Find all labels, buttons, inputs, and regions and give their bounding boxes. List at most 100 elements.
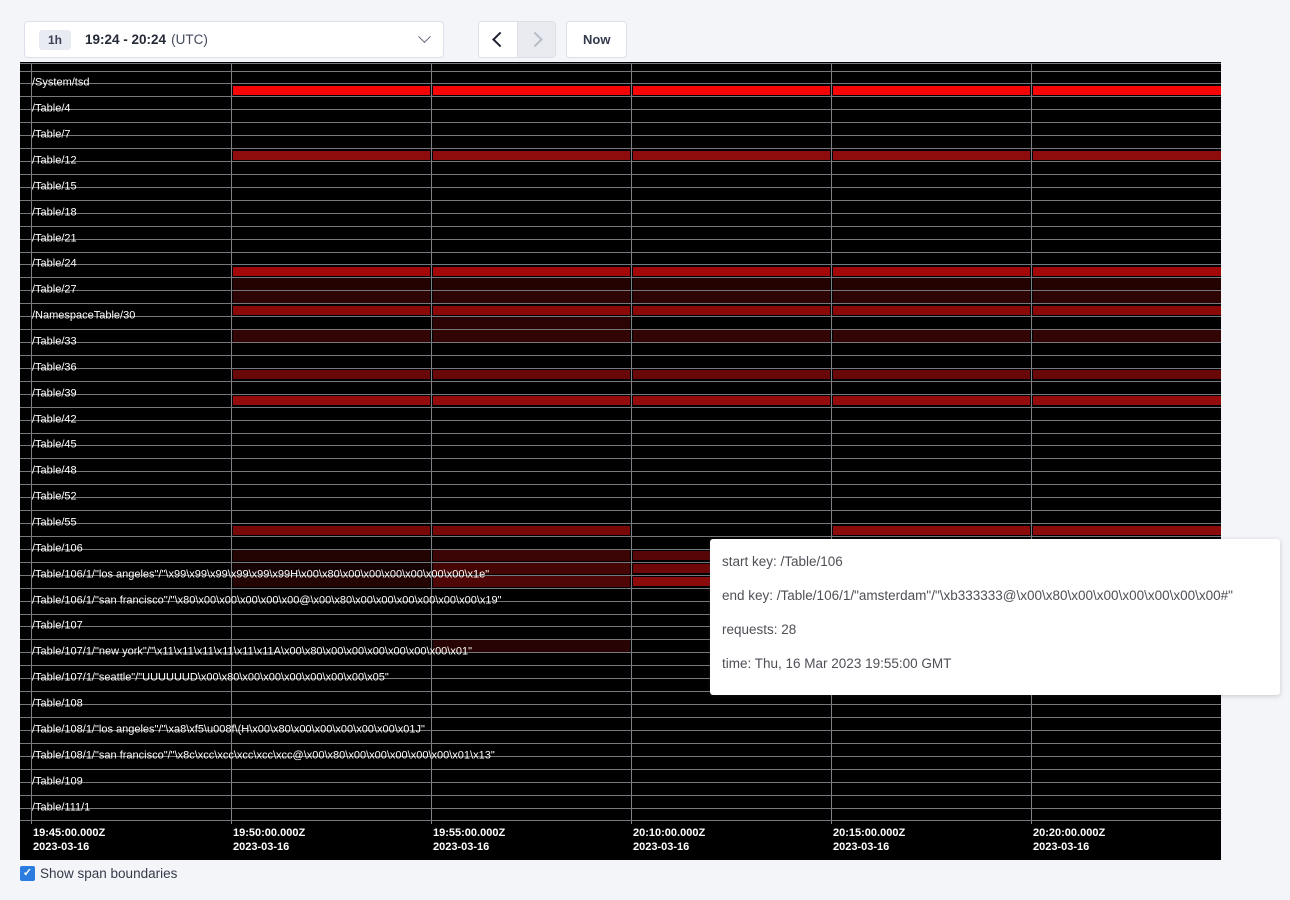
heat-band bbox=[433, 370, 630, 379]
x-axis-label: 19:55:00.000Z 2023-03-16 bbox=[433, 826, 505, 854]
heat-band bbox=[233, 267, 430, 276]
heat-band bbox=[1033, 267, 1221, 276]
x-axis-label: 19:50:00.000Z 2023-03-16 bbox=[233, 826, 305, 854]
row-label: /Table/108/1/"los angeles"/"\xa8\xf5\u00… bbox=[32, 724, 425, 735]
span-boundary-line bbox=[20, 83, 1221, 84]
span-boundary-line bbox=[20, 420, 1221, 421]
heat-band bbox=[433, 86, 630, 95]
span-boundary-line bbox=[20, 290, 1221, 291]
span-boundary-line bbox=[20, 316, 1221, 317]
row-label: /Table/15 bbox=[32, 181, 77, 192]
row-label: /Table/108 bbox=[32, 699, 83, 710]
heat-band bbox=[833, 526, 1030, 535]
row-label: /Table/7 bbox=[32, 130, 71, 141]
heat-band bbox=[1033, 330, 1221, 342]
row-label: /Table/109 bbox=[32, 776, 83, 787]
heat-band bbox=[633, 86, 830, 95]
row-label: /Table/36 bbox=[32, 362, 77, 373]
heat-band bbox=[233, 151, 430, 160]
heat-band bbox=[833, 278, 1030, 290]
row-label: /Table/111/1 bbox=[32, 802, 90, 813]
now-button[interactable]: Now bbox=[566, 21, 627, 58]
next-range-button[interactable] bbox=[517, 22, 555, 57]
row-label: /Table/55 bbox=[32, 518, 77, 529]
span-boundary-line bbox=[20, 342, 1221, 343]
row-label: /Table/45 bbox=[32, 440, 77, 451]
x-axis-label: 20:15:00.000Z 2023-03-16 bbox=[833, 826, 905, 854]
span-boundary-line bbox=[20, 445, 1221, 446]
heat-band bbox=[1033, 526, 1221, 535]
time-gridline bbox=[831, 63, 832, 824]
heat-band bbox=[433, 278, 630, 290]
span-boundary-line bbox=[20, 808, 1221, 809]
heat-band bbox=[1033, 370, 1221, 379]
span-boundary-line bbox=[20, 536, 1221, 537]
heat-band bbox=[633, 291, 830, 303]
heat-band bbox=[433, 526, 630, 535]
show-span-boundaries-checkbox[interactable]: ✓ bbox=[20, 866, 35, 881]
tooltip-time: time: Thu, 16 Mar 2023 19:55:00 GMT bbox=[722, 647, 1280, 681]
tooltip-start-key: start key: /Table/106 bbox=[722, 545, 1280, 579]
heat-band bbox=[633, 267, 830, 276]
range-nav-group bbox=[478, 21, 556, 58]
span-boundary-line bbox=[20, 63, 1221, 64]
row-label: /Table/106 bbox=[32, 543, 83, 554]
heat-band bbox=[633, 370, 830, 379]
span-boundary-line bbox=[20, 187, 1221, 188]
row-label: /Table/27 bbox=[32, 285, 77, 296]
span-boundary-line bbox=[20, 484, 1221, 485]
heat-band bbox=[433, 550, 630, 562]
row-label: /Table/24 bbox=[32, 259, 77, 270]
heat-band bbox=[233, 278, 430, 290]
span-boundary-line bbox=[20, 433, 1221, 434]
span-boundary-line bbox=[20, 368, 1221, 369]
span-boundary-line bbox=[20, 510, 1221, 511]
heat-band bbox=[833, 330, 1030, 342]
heat-band bbox=[433, 396, 630, 405]
row-label: /Table/18 bbox=[32, 207, 77, 218]
row-label: /Table/33 bbox=[32, 337, 77, 348]
range-text: 19:24 - 20:24 bbox=[85, 32, 166, 47]
span-boundary-line bbox=[20, 239, 1221, 240]
heat-band bbox=[833, 151, 1030, 160]
heat-band bbox=[233, 396, 430, 405]
row-label: /System/tsd bbox=[32, 78, 89, 89]
time-gridline bbox=[431, 63, 432, 824]
span-boundary-line bbox=[20, 264, 1221, 265]
heat-band bbox=[433, 151, 630, 160]
heat-band bbox=[233, 370, 430, 379]
row-label: /Table/21 bbox=[32, 233, 77, 244]
row-label: /Table/39 bbox=[32, 388, 77, 399]
span-boundary-line bbox=[20, 717, 1221, 718]
heat-band bbox=[1033, 86, 1221, 95]
span-boundary-line bbox=[20, 523, 1221, 524]
show-span-boundaries-label: Show span boundaries bbox=[40, 866, 177, 881]
span-boundary-line bbox=[20, 704, 1221, 705]
key-visualizer-heatmap[interactable]: /System/tsd/Table/4/Table/7/Table/12/Tab… bbox=[20, 62, 1221, 860]
heat-band bbox=[233, 306, 430, 315]
toolbar: 1h 19:24 - 20:24 (UTC) Now bbox=[24, 21, 627, 58]
heat-band bbox=[833, 306, 1030, 315]
x-axis-label: 20:20:00.000Z 2023-03-16 bbox=[1033, 826, 1105, 854]
row-label: /Table/48 bbox=[32, 466, 77, 477]
prev-range-button[interactable] bbox=[479, 22, 517, 57]
span-boundary-line bbox=[20, 355, 1221, 356]
heat-band bbox=[433, 330, 630, 342]
row-label: /Table/107/1/"seattle"/"UUUUUUD\x00\x80\… bbox=[32, 673, 389, 684]
span-boundary-line bbox=[20, 174, 1221, 175]
row-label: /Table/42 bbox=[32, 414, 77, 425]
heat-band bbox=[633, 330, 830, 342]
heat-band bbox=[633, 306, 830, 315]
span-boundary-line bbox=[20, 407, 1221, 408]
heat-band bbox=[233, 526, 430, 535]
tooltip-requests: requests: 28 bbox=[722, 613, 1280, 647]
time-gridline bbox=[631, 63, 632, 824]
heat-band bbox=[833, 291, 1030, 303]
chevron-right-icon bbox=[527, 32, 543, 48]
heat-band bbox=[1033, 396, 1221, 405]
span-boundary-line bbox=[20, 122, 1221, 123]
heat-band bbox=[633, 278, 830, 290]
span-boundary-line bbox=[20, 782, 1221, 783]
time-range-selector[interactable]: 1h 19:24 - 20:24 (UTC) bbox=[24, 21, 444, 58]
heat-band bbox=[433, 317, 630, 329]
